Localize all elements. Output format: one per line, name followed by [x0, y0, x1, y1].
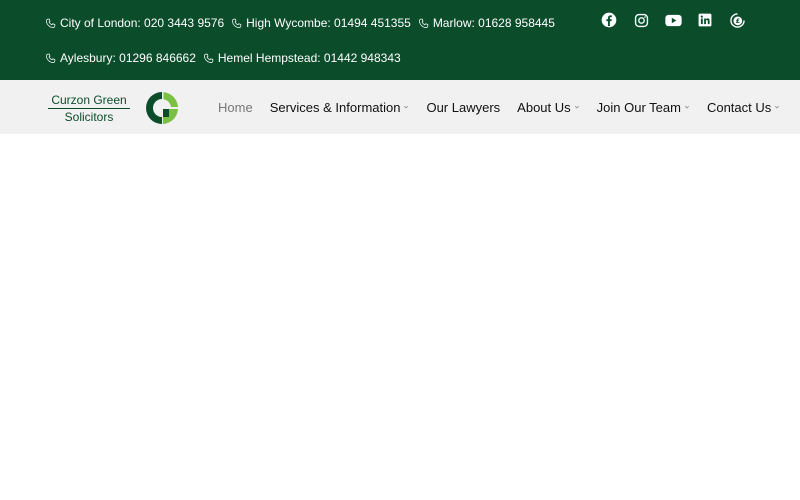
- nav-item-contact-us[interactable]: Contact Us: [707, 100, 780, 115]
- nav-item-home[interactable]: Home: [218, 100, 253, 115]
- page-content-area: [0, 134, 800, 500]
- nav-item-label: About Us: [517, 99, 571, 115]
- phone-link-high-wycombe[interactable]: High Wycombe: 01494 451355: [231, 15, 411, 31]
- phone-label: City of London: 020 3443 9576: [60, 16, 225, 30]
- phone-icon: [46, 18, 56, 28]
- nav-item-label: Join Our Team: [596, 99, 681, 115]
- nav-item-label: Services & Information: [269, 99, 401, 115]
- chevron-down-icon: [574, 105, 579, 109]
- pound-coin-icon[interactable]: £: [726, 10, 748, 30]
- nav-item-label: Contact Us: [706, 99, 772, 115]
- phone-label: Aylesbury: 01296 846662: [60, 51, 196, 65]
- phone-row-2: Aylesbury: 01296 846662 Hemel Hempstead:…: [45, 50, 408, 66]
- logo-line-2: Solicitors: [64, 109, 114, 124]
- chevron-down-icon: [775, 105, 780, 109]
- nav-item-label: Home: [218, 99, 253, 115]
- phone-icon: [232, 18, 242, 28]
- phone-icon: [46, 53, 56, 63]
- instagram-icon[interactable]: [630, 10, 652, 30]
- phone-icon: [418, 18, 429, 28]
- site-logo[interactable]: Curzon Green Solicitors: [48, 90, 183, 126]
- phone-link-city-of-london[interactable]: City of London: 020 3443 9576: [45, 15, 224, 31]
- cg-logo-mark-icon: [146, 92, 178, 124]
- phone-label: Hemel Hempstead: 01442 948343: [217, 51, 401, 65]
- chevron-down-icon: [684, 105, 690, 109]
- facebook-icon[interactable]: [598, 10, 620, 30]
- phone-label: Marlow: 01628 958445: [432, 16, 555, 30]
- phone-link-marlow[interactable]: Marlow: 01628 958445: [418, 15, 555, 31]
- nav-item-about-us[interactable]: About Us: [517, 100, 579, 115]
- linkedin-icon[interactable]: [694, 10, 716, 30]
- top-contact-bar: City of London: 020 3443 9576 High Wycom…: [0, 0, 800, 80]
- chevron-down-icon: [404, 105, 409, 109]
- nav-item-services-information[interactable]: Services & Information: [270, 100, 410, 115]
- primary-menu: Home Services & Information Our Lawyers …: [218, 80, 797, 134]
- phone-label: High Wycombe: 01494 451355: [246, 16, 411, 30]
- nav-item-our-lawyers[interactable]: Our Lawyers: [426, 100, 500, 115]
- phone-icon: [203, 53, 214, 63]
- youtube-icon[interactable]: [662, 10, 684, 30]
- logo-wordmark: Curzon Green Solicitors: [48, 93, 130, 124]
- phone-link-hemel-hempstead[interactable]: Hemel Hempstead: 01442 948343: [203, 50, 401, 66]
- logo-line-1: Curzon Green: [48, 93, 130, 109]
- phone-row-1: City of London: 020 3443 9576 High Wycom…: [45, 15, 562, 31]
- phone-link-aylesbury[interactable]: Aylesbury: 01296 846662: [45, 50, 196, 66]
- nav-item-join-our-team[interactable]: Join Our Team: [597, 100, 690, 115]
- nav-item-label: Our Lawyers: [426, 99, 501, 115]
- svg-text:£: £: [735, 18, 739, 25]
- social-links: £: [598, 10, 758, 30]
- main-navigation-bar: Curzon Green Solicitors Home Services & …: [0, 80, 800, 134]
